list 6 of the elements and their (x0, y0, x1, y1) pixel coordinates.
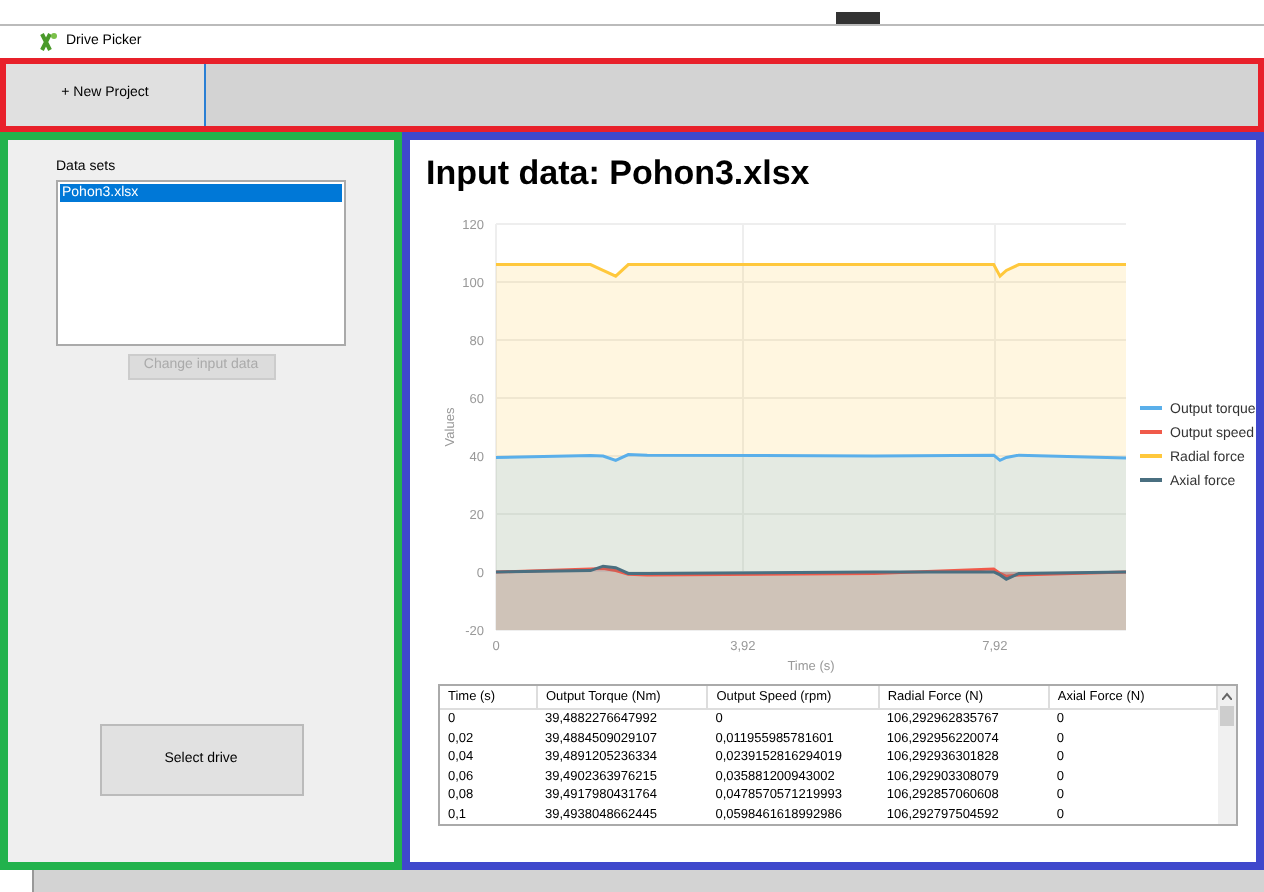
scroll-up-icon[interactable] (1222, 692, 1232, 700)
drag-handle-icon[interactable] (835, 12, 879, 24)
scroll-thumb[interactable] (1220, 706, 1234, 726)
app-logo-icon (40, 32, 58, 52)
page-title: Input data: Pohon3.xlsx (426, 152, 812, 196)
scrollbar[interactable] (1218, 686, 1236, 824)
